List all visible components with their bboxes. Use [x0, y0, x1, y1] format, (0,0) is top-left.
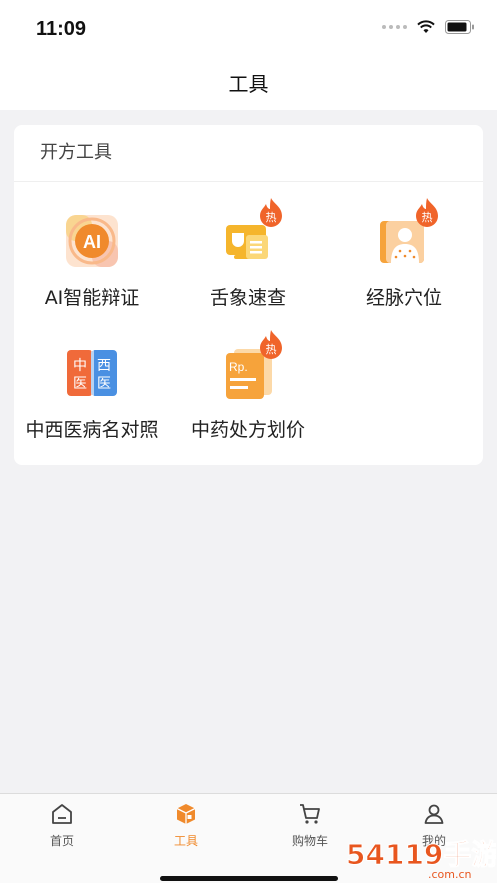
zhongxi-icon: 中 医 西 医: [64, 345, 120, 401]
tool-label: 经脉穴位: [365, 287, 442, 309]
tab-label: 工具: [173, 834, 198, 848]
svg-text:54119手游网: 54119手游网: [346, 838, 496, 871]
tool-prescription-pricing[interactable]: Rp. 热 中药处方划价: [170, 330, 326, 442]
svg-text:西: 西: [97, 358, 111, 374]
profile-icon: [424, 804, 444, 824]
home-icon: [52, 804, 72, 824]
tool-disease-name-comparison[interactable]: 中 医 西 医 中西医病名对照: [14, 345, 170, 442]
signal-icon: [382, 25, 407, 29]
tool-tongue-lookup[interactable]: 热 舌象速查: [170, 198, 326, 310]
status-bar: 11:09: [0, 0, 497, 60]
hot-badge-icon: 热: [416, 198, 438, 227]
tool-meridian-acupoint[interactable]: 热 经脉穴位: [326, 198, 482, 310]
acupoint-icon: 热: [376, 198, 438, 269]
wifi-icon: [417, 20, 435, 33]
svg-text:中: 中: [73, 358, 87, 374]
page-title: 工具: [228, 72, 269, 96]
svg-text:.com.cn: .com.cn: [428, 868, 472, 881]
tool-label: AI智能辩证: [44, 287, 140, 309]
site-watermark-logo: 54119手游网 .com.cn: [346, 838, 497, 882]
cart-icon: [300, 804, 320, 824]
prescription-icon: Rp. 热: [220, 330, 282, 401]
svg-text:医: 医: [73, 376, 87, 392]
tool-label: 中药处方划价: [190, 419, 305, 441]
svg-text:热: 热: [266, 211, 277, 224]
battery-icon: [445, 20, 474, 34]
svg-text:Rp.: Rp.: [229, 360, 248, 374]
tool-label: 舌象速查: [209, 287, 286, 309]
status-icons: [382, 20, 475, 34]
tab-label: 首页: [49, 834, 74, 848]
svg-text:热: 热: [422, 211, 433, 224]
tab-home[interactable]: 首页: [0, 802, 124, 849]
ai-icon-text: AI: [83, 232, 101, 252]
tongue-icon: 热: [220, 198, 282, 269]
hot-badge-icon: 热: [260, 330, 282, 359]
tab-tools[interactable]: 工具: [124, 802, 248, 849]
status-time: 11:09: [36, 18, 87, 40]
toolbox-icon: [176, 804, 196, 824]
svg-text:医: 医: [97, 376, 111, 392]
ai-icon: AI: [64, 213, 120, 269]
tool-ai-diagnosis[interactable]: AI AI智能辩证: [14, 213, 170, 310]
nav-bar: 工具: [0, 60, 497, 110]
svg-text:热: 热: [266, 343, 277, 356]
tool-label: 中西医病名对照: [25, 419, 159, 441]
tools-card: 开方工具 AI AI智能辩证 热 舌象速查 热 经脉穴位 中 医 西 医 中西医…: [14, 125, 483, 465]
hot-badge-icon: 热: [260, 198, 282, 227]
home-indicator: [160, 876, 338, 881]
card-title: 开方工具: [14, 125, 483, 182]
